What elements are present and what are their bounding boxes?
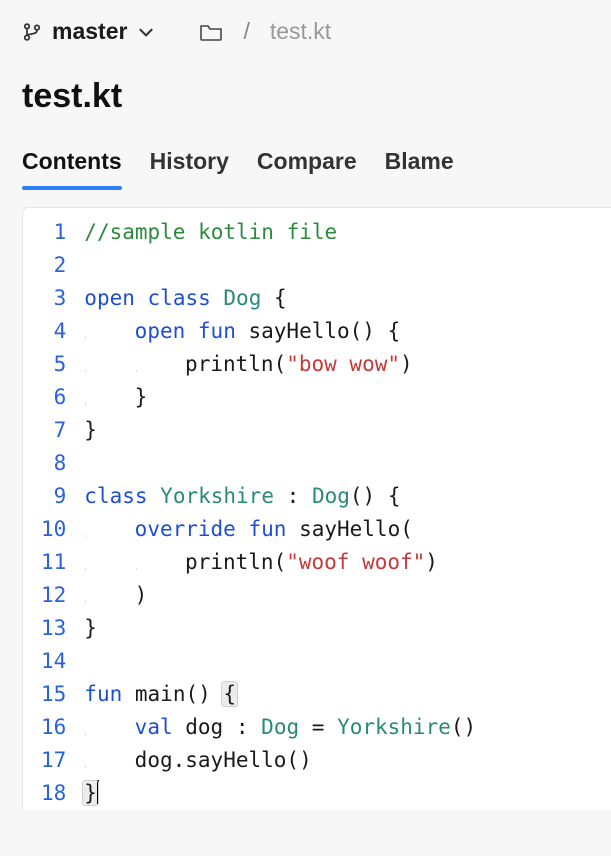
code-line[interactable]: 11println("woof woof"): [23, 546, 611, 579]
git-branch-icon: [22, 20, 42, 44]
code-line[interactable]: 17dog.sayHello(): [23, 744, 611, 777]
code-line[interactable]: 16val dog : Dog = Yorkshire(): [23, 711, 611, 744]
chevron-down-icon: [137, 23, 155, 41]
code-cell[interactable]: }: [84, 381, 611, 414]
code-cell[interactable]: [84, 645, 611, 678]
bracket-match: {: [222, 682, 237, 706]
line-number[interactable]: 3: [23, 282, 84, 315]
line-number[interactable]: 7: [23, 414, 84, 447]
code-cell[interactable]: }: [84, 414, 611, 447]
line-number[interactable]: 13: [23, 612, 84, 645]
line-number[interactable]: 17: [23, 744, 84, 777]
breadcrumb: / test.kt: [199, 18, 331, 45]
bracket-match: }: [83, 781, 98, 805]
text-caret: [97, 780, 99, 804]
code-line[interactable]: 1//sample kotlin file: [23, 208, 611, 249]
topbar: master / test.kt: [0, 0, 611, 55]
code-cell[interactable]: open fun sayHello() {: [84, 315, 611, 348]
line-number[interactable]: 2: [23, 249, 84, 282]
line-number[interactable]: 9: [23, 480, 84, 513]
tabs: Contents History Compare Blame: [0, 126, 611, 189]
tab-blame[interactable]: Blame: [385, 148, 454, 189]
code-line[interactable]: 2: [23, 249, 611, 282]
code-line[interactable]: 3open class Dog {: [23, 282, 611, 315]
code-line[interactable]: 18}: [23, 777, 611, 810]
code-cell[interactable]: //sample kotlin file: [84, 208, 611, 249]
line-number[interactable]: 11: [23, 546, 84, 579]
line-number[interactable]: 8: [23, 447, 84, 480]
code-cell[interactable]: [84, 249, 611, 282]
code-cell[interactable]: open class Dog {: [84, 282, 611, 315]
code-line[interactable]: 14: [23, 645, 611, 678]
code-cell[interactable]: println("bow wow"): [84, 348, 611, 381]
branch-selector[interactable]: master: [22, 18, 155, 45]
tab-contents[interactable]: Contents: [22, 148, 122, 189]
code-cell[interactable]: ): [84, 579, 611, 612]
breadcrumb-separator: /: [243, 18, 249, 45]
code-cell[interactable]: [84, 447, 611, 480]
code-line[interactable]: 9class Yorkshire : Dog() {: [23, 480, 611, 513]
line-number[interactable]: 12: [23, 579, 84, 612]
code-line[interactable]: 5println("bow wow"): [23, 348, 611, 381]
code-line[interactable]: 13}: [23, 612, 611, 645]
line-number[interactable]: 1: [23, 208, 84, 249]
code-cell[interactable]: override fun sayHello(: [84, 513, 611, 546]
line-number[interactable]: 4: [23, 315, 84, 348]
folder-icon[interactable]: [199, 21, 223, 43]
line-number[interactable]: 5: [23, 348, 84, 381]
line-number[interactable]: 16: [23, 711, 84, 744]
line-number[interactable]: 6: [23, 381, 84, 414]
branch-name: master: [52, 18, 127, 45]
code-cell[interactable]: val dog : Dog = Yorkshire(): [84, 711, 611, 744]
code-line[interactable]: 4open fun sayHello() {: [23, 315, 611, 348]
breadcrumb-file[interactable]: test.kt: [270, 18, 331, 45]
page-title: test.kt: [0, 55, 611, 126]
code-line[interactable]: 7}: [23, 414, 611, 447]
code-panel: 1//sample kotlin file23open class Dog {4…: [22, 207, 611, 810]
code-cell[interactable]: class Yorkshire : Dog() {: [84, 480, 611, 513]
code-cell[interactable]: fun main() {: [84, 678, 611, 711]
code-cell[interactable]: println("woof woof"): [84, 546, 611, 579]
code-cell[interactable]: }: [84, 612, 611, 645]
tab-compare[interactable]: Compare: [257, 148, 357, 189]
code-line[interactable]: 6}: [23, 381, 611, 414]
tab-history[interactable]: History: [150, 148, 229, 189]
code-line[interactable]: 15fun main() {: [23, 678, 611, 711]
line-number[interactable]: 15: [23, 678, 84, 711]
code-line[interactable]: 12): [23, 579, 611, 612]
code-line[interactable]: 10override fun sayHello(: [23, 513, 611, 546]
line-number[interactable]: 10: [23, 513, 84, 546]
code-cell[interactable]: }: [84, 777, 611, 810]
code-line[interactable]: 8: [23, 447, 611, 480]
line-number[interactable]: 14: [23, 645, 84, 678]
code-table[interactable]: 1//sample kotlin file23open class Dog {4…: [23, 208, 611, 810]
code-cell[interactable]: dog.sayHello(): [84, 744, 611, 777]
line-number[interactable]: 18: [23, 777, 84, 810]
